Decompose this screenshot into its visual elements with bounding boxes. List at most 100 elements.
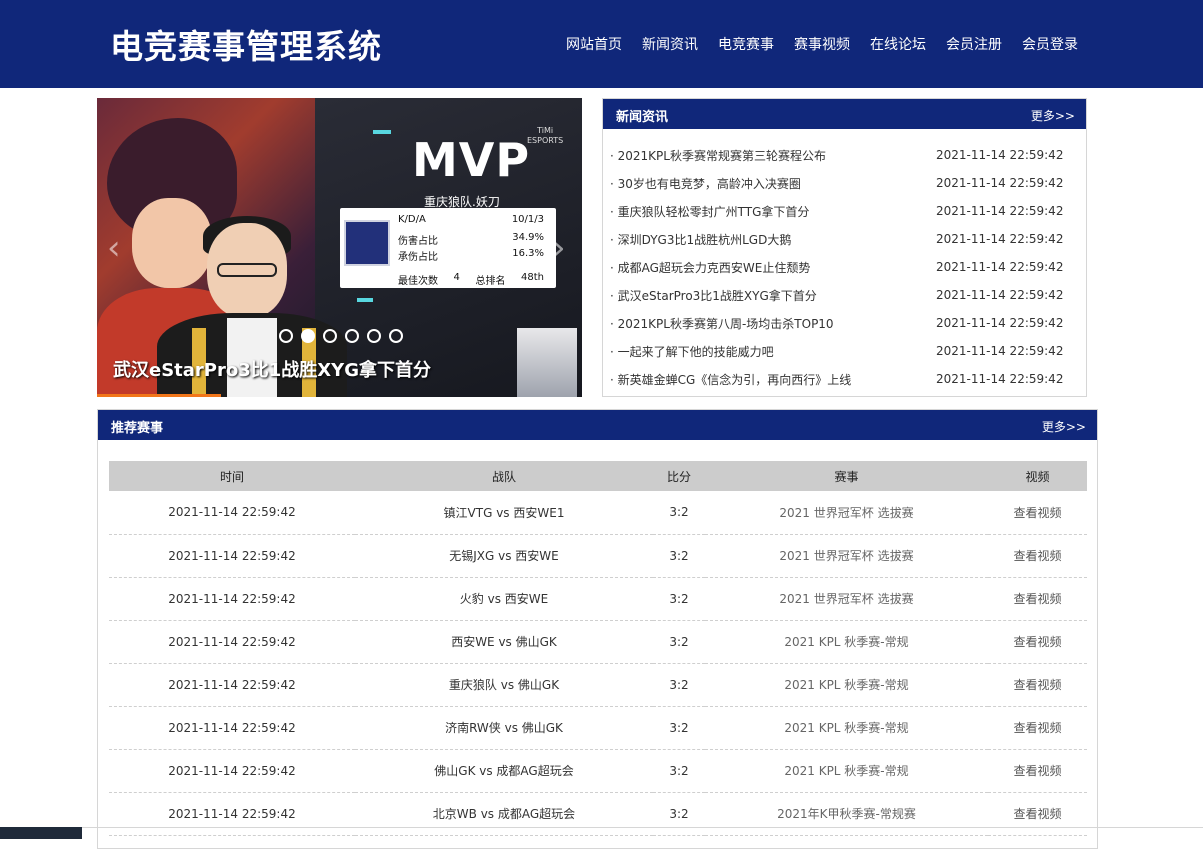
footer-strip <box>0 827 82 839</box>
news-item-title[interactable]: · 重庆狼队轻松零封广州TTG拿下首分 <box>610 203 936 220</box>
news-item: · 新英雄金蝉CG《信念为引，再向西行》上线 2021-11-14 22:59:4… <box>610 365 1080 393</box>
stat-row: K/D/A 10/1/3 <box>398 214 544 225</box>
carousel-dot-2[interactable] <box>301 329 315 343</box>
news-item-title[interactable]: · 30岁也有电竞梦，高龄冲入决赛圈 <box>610 175 936 192</box>
news-item-title[interactable]: · 深圳DYG3比1战胜杭州LGD大鹅 <box>610 231 936 248</box>
matches-table: 时间 战队 比分 赛事 视频 2021-11-14 22:59:42 镇江VTG… <box>109 461 1087 836</box>
news-panel-title: 新闻资讯 <box>616 110 669 125</box>
nav-register[interactable]: 会员注册 <box>936 34 1012 56</box>
match-event: 2021 KPL 秋季赛-常规 <box>705 620 988 664</box>
match-event: 2021 世界冠军杯 选拔赛 <box>705 491 988 535</box>
stat-value: 48th <box>521 272 544 283</box>
column-header-teams: 战队 <box>355 461 653 491</box>
news-item-time: 2021-11-14 22:59:42 <box>936 232 1064 246</box>
news-item-title[interactable]: · 武汉eStarPro3比1战胜XYG拿下首分 <box>610 287 936 304</box>
column-header-event: 赛事 <box>705 461 988 491</box>
team-logo-icon <box>344 220 390 266</box>
carousel-dot-1[interactable] <box>279 329 293 343</box>
match-time: 2021-11-14 22:59:42 <box>109 706 355 750</box>
match-teams: 无锡JXG vs 西安WE <box>355 534 653 578</box>
match-time: 2021-11-14 22:59:42 <box>109 491 355 535</box>
table-row: 2021-11-14 22:59:42 济南RW侠 vs 佛山GK 3:2 20… <box>109 706 1087 750</box>
stat-row: 承伤占比 16.3% <box>398 248 544 263</box>
news-panel: 新闻资讯 更多>> · 2021KPL秋季赛常规赛第三轮赛程公布 2021-11-… <box>602 98 1087 397</box>
stat-label: 最佳次数 <box>398 276 438 287</box>
esports-logo: TiMi ESPORTS <box>527 126 563 146</box>
phone-product-image <box>517 328 577 397</box>
news-item-title[interactable]: · 2021KPL秋季赛常规赛第三轮赛程公布 <box>610 147 936 164</box>
match-score: 3:2 <box>653 491 705 535</box>
news-item: · 一起来了解下他的技能威力吧 2021-11-14 22:59:42 <box>610 337 1080 365</box>
match-score: 3:2 <box>653 620 705 664</box>
nav-videos[interactable]: 赛事视频 <box>784 34 860 56</box>
match-event: 2021 KPL 秋季赛-常规 <box>705 706 988 750</box>
news-item-time: 2021-11-14 22:59:42 <box>936 344 1064 358</box>
column-header-time: 时间 <box>109 461 355 491</box>
nav-home[interactable]: 网站首页 <box>556 34 632 56</box>
view-video-link[interactable]: 查看视频 <box>988 534 1087 578</box>
accent-bar <box>373 130 391 134</box>
news-item-time: 2021-11-14 22:59:42 <box>936 176 1064 190</box>
column-header-video: 视频 <box>988 461 1087 491</box>
esports-logo-text: TiMi ESPORTS <box>527 126 564 145</box>
view-video-link[interactable]: 查看视频 <box>988 663 1087 707</box>
recommended-matches-panel: 推荐赛事 更多>> 时间 战队 比分 赛事 视频 2021-11-14 22:5… <box>97 409 1098 849</box>
carousel-dot-5[interactable] <box>367 329 381 343</box>
match-score: 3:2 <box>653 663 705 707</box>
carousel-dots <box>279 329 411 343</box>
matches-more-link[interactable]: 更多>> <box>1042 418 1086 435</box>
news-item: · 2021KPL秋季赛常规赛第三轮赛程公布 2021-11-14 22:59:4… <box>610 141 1080 169</box>
view-video-link[interactable]: 查看视频 <box>988 749 1087 793</box>
match-teams: 重庆狼队 vs 佛山GK <box>355 663 653 707</box>
banner-carousel[interactable]: TiMi ESPORTS MVP 重庆狼队.妖刀 K/D/A 10/1/3 伤害… <box>97 98 582 397</box>
news-item-title[interactable]: · 一起来了解下他的技能威力吧 <box>610 343 936 360</box>
match-teams: 济南RW侠 vs 佛山GK <box>355 706 653 750</box>
match-event: 2021 世界冠军杯 选拔赛 <box>705 577 988 621</box>
news-more-link[interactable]: 更多>> <box>1031 107 1075 124</box>
news-item: · 30岁也有电竞梦，高龄冲入决赛圈 2021-11-14 22:59:42 <box>610 169 1080 197</box>
view-video-link[interactable]: 查看视频 <box>988 577 1087 621</box>
nav-news[interactable]: 新闻资讯 <box>632 34 708 56</box>
match-score: 3:2 <box>653 534 705 578</box>
news-item-time: 2021-11-14 22:59:42 <box>936 288 1064 302</box>
match-teams: 北京WB vs 成都AG超玩会 <box>355 792 653 836</box>
carousel-next-button[interactable]: › <box>552 228 566 268</box>
column-header-score: 比分 <box>653 461 705 491</box>
news-item-title[interactable]: · 2021KPL秋季赛第八周-场均击杀TOP10 <box>610 315 936 332</box>
match-time: 2021-11-14 22:59:42 <box>109 749 355 793</box>
stat-value: 16.3% <box>512 248 544 259</box>
stat-footer: 最佳次数 4 总排名 48th <box>398 272 544 287</box>
match-teams: 镇江VTG vs 西安WE1 <box>355 491 653 535</box>
news-item: · 深圳DYG3比1战胜杭州LGD大鹅 2021-11-14 22:59:42 <box>610 225 1080 253</box>
view-video-link[interactable]: 查看视频 <box>988 706 1087 750</box>
player-glasses <box>217 263 277 277</box>
match-time: 2021-11-14 22:59:42 <box>109 663 355 707</box>
accent-bar <box>357 298 373 302</box>
carousel-dot-4[interactable] <box>345 329 359 343</box>
table-row: 2021-11-14 22:59:42 火豹 vs 西安WE 3:2 2021 … <box>109 577 1087 621</box>
nav-login[interactable]: 会员登录 <box>1012 34 1088 56</box>
news-item-title[interactable]: · 新英雄金蝉CG《信念为引，再向西行》上线 <box>610 371 936 388</box>
table-row: 2021-11-14 22:59:42 北京WB vs 成都AG超玩会 3:2 … <box>109 792 1087 836</box>
table-row: 2021-11-14 22:59:42 佛山GK vs 成都AG超玩会 3:2 … <box>109 749 1087 793</box>
nav-esports[interactable]: 电竞赛事 <box>708 34 784 56</box>
stat-value: 4 <box>453 272 460 283</box>
carousel-prev-button[interactable]: ‹ <box>107 228 121 268</box>
news-item-title[interactable]: · 成都AG超玩会力克西安WE止住颓势 <box>610 259 936 276</box>
main-nav: 网站首页 新闻资讯 电竞赛事 赛事视频 在线论坛 会员注册 会员登录 <box>556 34 1088 56</box>
view-video-link[interactable]: 查看视频 <box>988 620 1087 664</box>
news-panel-header: 新闻资讯 更多>> <box>603 99 1086 129</box>
carousel-dot-3[interactable] <box>323 329 337 343</box>
site-title: 电竞赛事管理系统 <box>110 27 382 66</box>
site-header: 电竞赛事管理系统 网站首页 新闻资讯 电竞赛事 赛事视频 在线论坛 会员注册 会… <box>0 0 1203 88</box>
view-video-link[interactable]: 查看视频 <box>988 792 1087 836</box>
table-header-row: 时间 战队 比分 赛事 视频 <box>109 461 1087 491</box>
hero-character-face <box>132 198 212 288</box>
mvp-stats-card: K/D/A 10/1/3 伤害占比 34.9% 承伤占比 16.3% 最佳次数 … <box>340 208 556 288</box>
view-video-link[interactable]: 查看视频 <box>988 491 1087 535</box>
stat-row: 伤害占比 34.9% <box>398 232 544 247</box>
nav-forum[interactable]: 在线论坛 <box>860 34 936 56</box>
match-time: 2021-11-14 22:59:42 <box>109 534 355 578</box>
carousel-caption[interactable]: 武汉eStarPro3比1战胜XYG拿下首分 <box>113 356 431 382</box>
carousel-dot-6[interactable] <box>389 329 403 343</box>
